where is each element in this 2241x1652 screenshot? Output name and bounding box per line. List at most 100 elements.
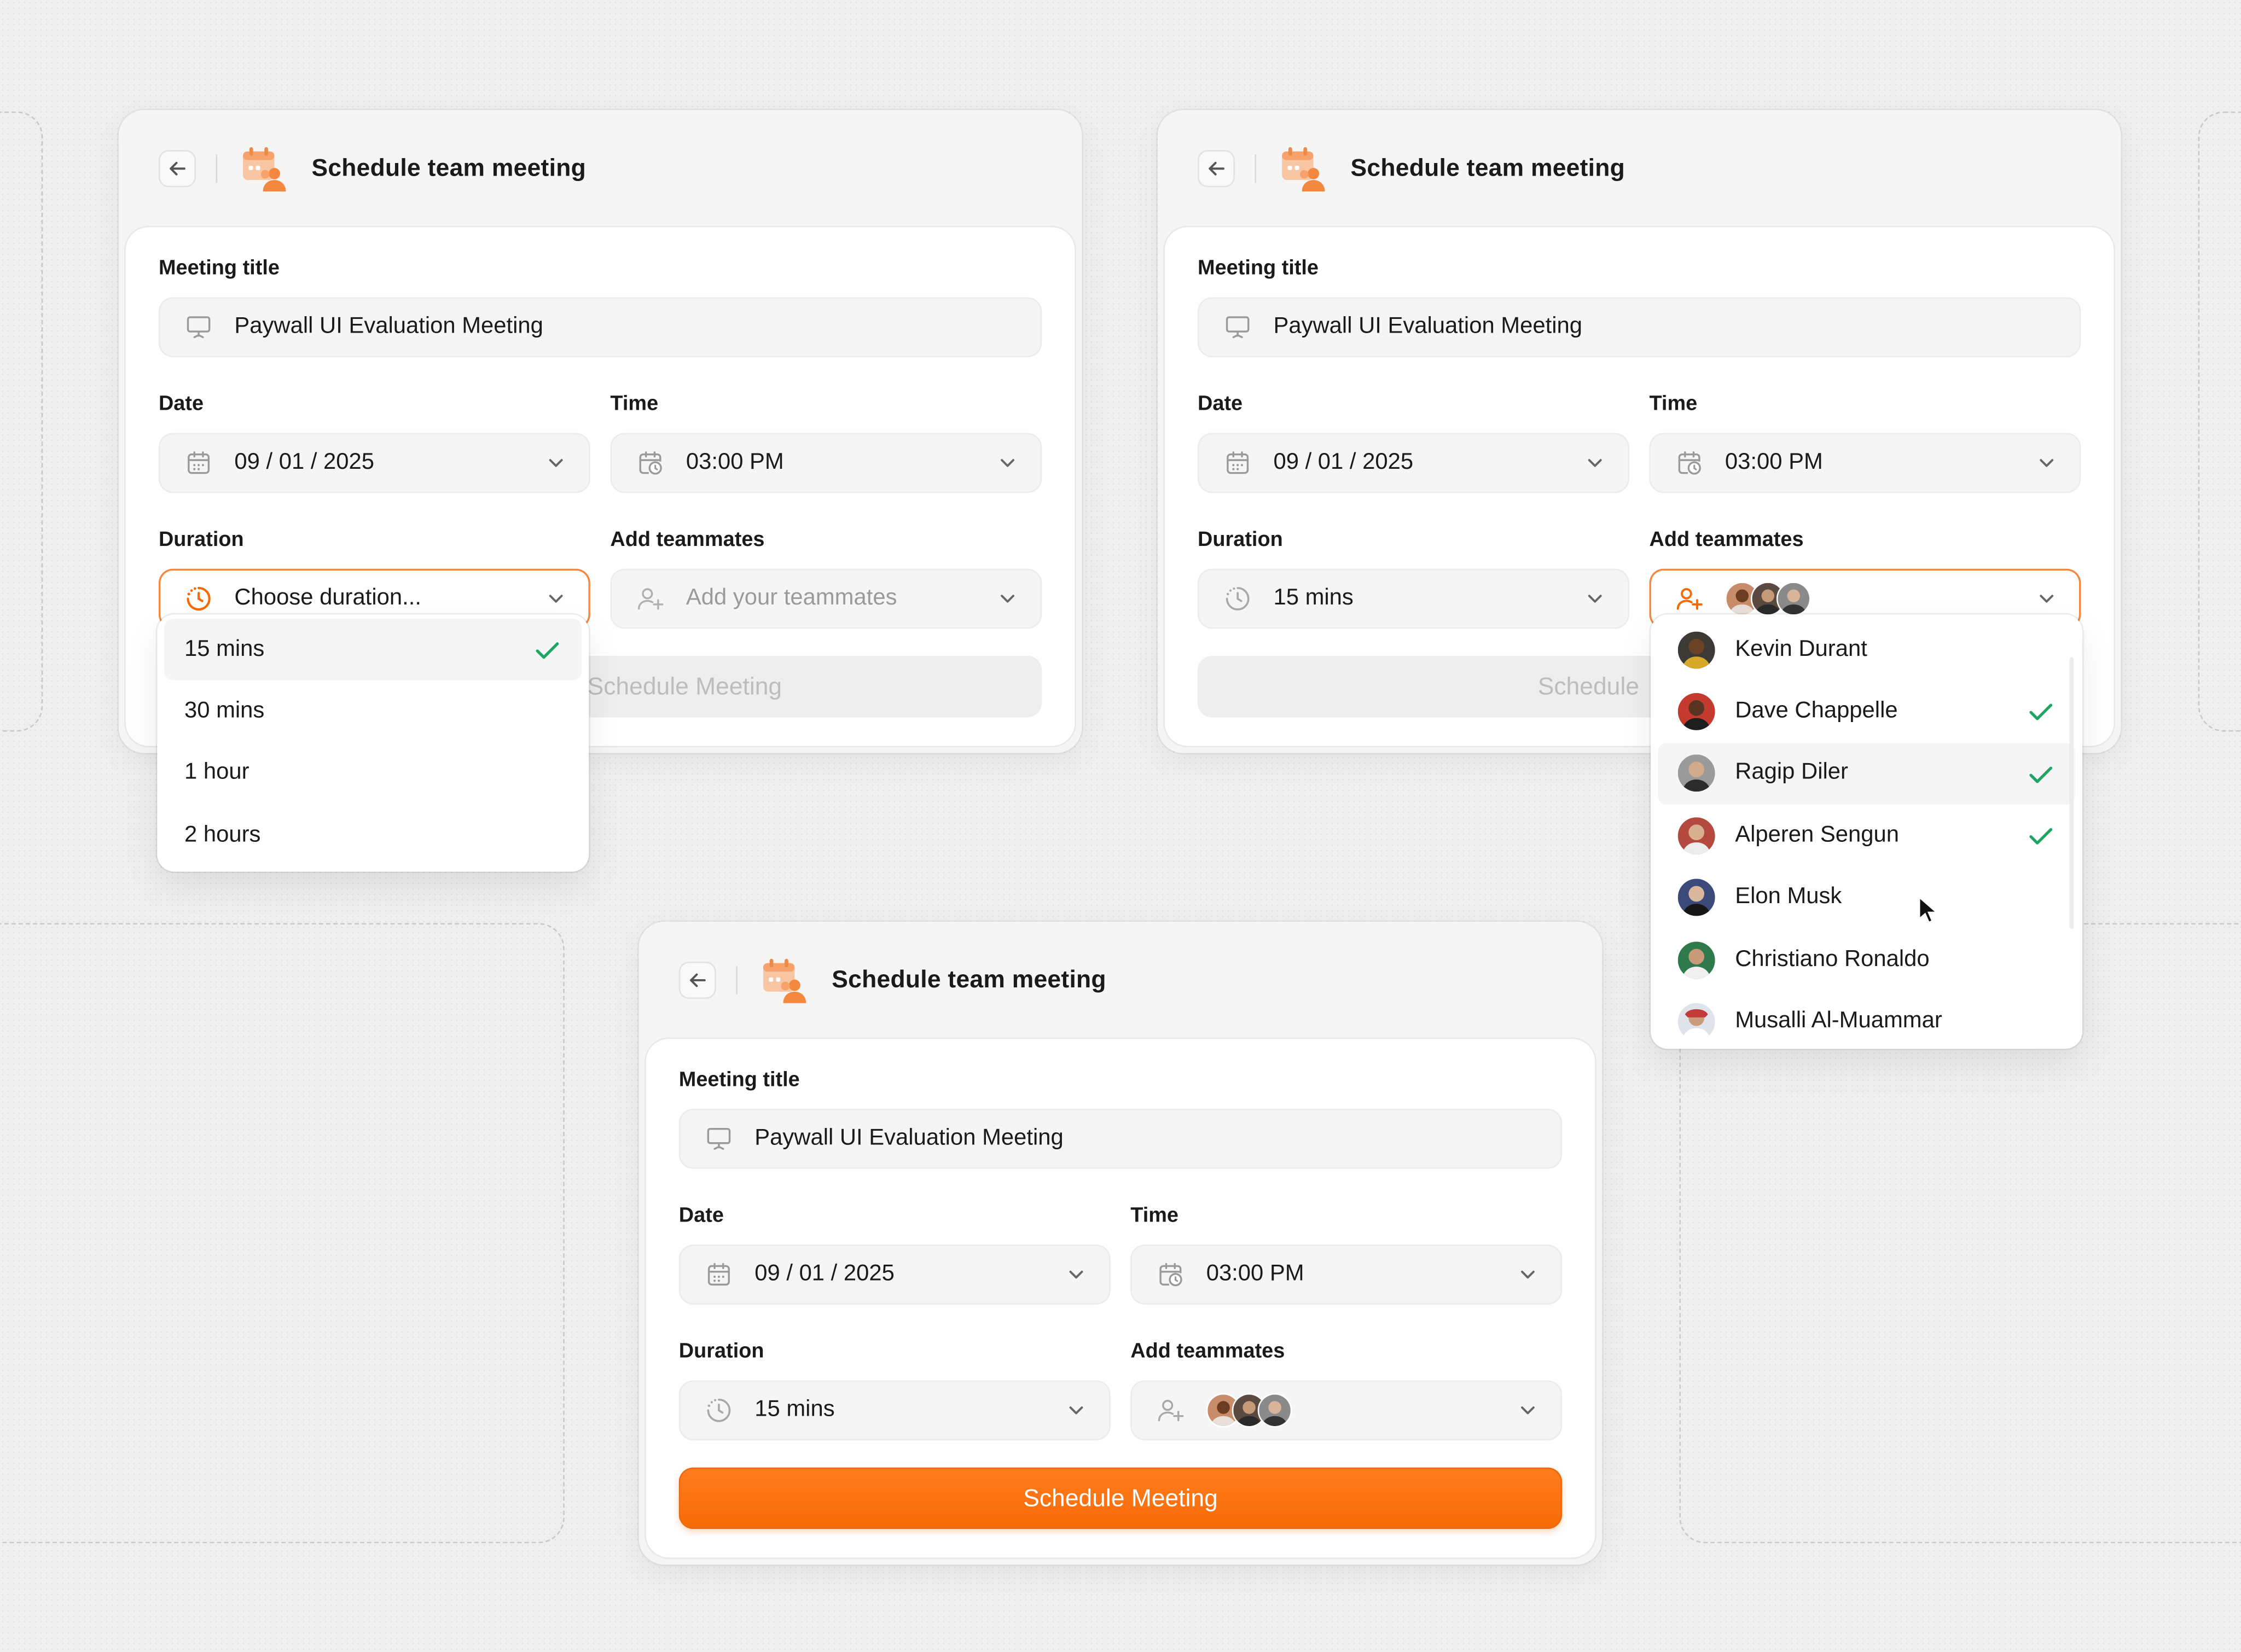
meeting-title-label: Meeting title	[1198, 257, 1319, 280]
schedule-meeting-button[interactable]: Schedule Meeting	[678, 1467, 1563, 1529]
duration-option[interactable]: 1 hour	[164, 743, 582, 805]
meeting-title-input[interactable]: Paywall UI Evaluation Meeting	[158, 297, 1042, 358]
card-title: Schedule team meeting	[311, 154, 587, 182]
teammates-label: Add teammates	[1130, 1340, 1285, 1364]
teammates-select[interactable]: Add your teammates	[610, 568, 1042, 629]
user-add-icon	[1158, 1400, 1184, 1422]
dropdown-scrollbar[interactable]	[2069, 657, 2074, 929]
teammate-option[interactable]: Kevin Durant	[1658, 619, 2075, 680]
duration-value: Choose duration...	[234, 586, 421, 610]
schedule-meeting-label: Schedule	[1537, 672, 1639, 700]
duration-label: Duration	[678, 1340, 764, 1364]
chevron-down-icon	[1001, 459, 1015, 467]
meeting-title-input[interactable]: Paywall UI Evaluation Meeting	[1198, 297, 2081, 358]
duration-option-label: 15 mins	[184, 637, 265, 661]
calendar-icon	[1227, 451, 1249, 474]
back-button[interactable]	[1198, 150, 1235, 188]
meeting-title-input[interactable]: Paywall UI Evaluation Meeting	[678, 1109, 1563, 1169]
avatar	[1677, 1003, 1715, 1040]
duration-select[interactable]: 15 mins	[678, 1380, 1111, 1441]
user-add-icon	[637, 588, 664, 610]
duration-option-label: 1 hour	[184, 760, 249, 786]
time-picker[interactable]: 03:00 PM	[1130, 1244, 1563, 1305]
duration-select[interactable]: 15 mins	[1198, 568, 1629, 629]
duration-label: Duration	[1198, 528, 1283, 552]
teammate-name: Dave Chappelle	[1735, 699, 1898, 723]
time-label: Time	[610, 393, 659, 416]
teammate-option[interactable]: Dave Chappelle	[1658, 680, 2075, 742]
teammate-name: Elon Musk	[1735, 885, 1842, 910]
chevron-down-icon	[1521, 1270, 1535, 1279]
teammates-label: Add teammates	[610, 528, 765, 552]
schedule-card-complete: Schedule team meeting Meeting title Payw…	[638, 921, 1603, 1565]
time-picker[interactable]: 03:00 PM	[610, 433, 1042, 493]
user-add-icon	[1676, 588, 1703, 610]
chevron-down-icon	[2040, 595, 2054, 603]
presentation-icon	[707, 1127, 731, 1150]
time-label: Time	[1130, 1205, 1179, 1228]
duration-option[interactable]: 30 mins	[164, 680, 582, 742]
time-picker[interactable]: 03:00 PM	[1649, 433, 2081, 493]
calendar-clock-icon	[1159, 1263, 1182, 1287]
meeting-title-value: Paywall UI Evaluation Meeting	[234, 314, 543, 339]
clock-icon	[707, 1398, 731, 1422]
chevron-down-icon	[549, 459, 563, 467]
calendar-people-icon	[243, 147, 286, 192]
ghost-frame-left-top	[0, 111, 43, 732]
date-label: Date	[678, 1205, 724, 1228]
time-value: 03:00 PM	[1206, 1261, 1304, 1286]
teammate-option[interactable]: Christiano Ronaldo	[1658, 929, 2075, 991]
back-button[interactable]	[158, 150, 196, 188]
card-header: Schedule team meeting	[639, 922, 1603, 1039]
teammate-name: Christiano Ronaldo	[1735, 946, 1930, 972]
teammates-select[interactable]	[1130, 1380, 1563, 1441]
teammate-option[interactable]: Alperen Sengun	[1658, 805, 2075, 866]
chevron-down-icon	[1588, 595, 1602, 603]
card-title: Schedule team meeting	[832, 965, 1106, 993]
check-icon	[536, 642, 559, 659]
header-divider	[736, 965, 738, 995]
back-button[interactable]	[678, 962, 716, 999]
meeting-title-label: Meeting title	[158, 257, 280, 280]
selected-teammates	[1206, 1393, 1517, 1428]
header-divider	[1255, 154, 1257, 183]
teammate-option[interactable]: Ragip Diler	[1658, 742, 2075, 923]
presentation-icon	[187, 316, 211, 339]
duration-option-label: 30 mins	[184, 699, 265, 723]
teammate-option[interactable]: Musalli Al-Muammar	[1658, 991, 2075, 1049]
avatar	[1677, 817, 1715, 854]
date-value: 09 / 01 / 2025	[754, 1261, 895, 1286]
date-picker[interactable]: 09 / 01 / 2025	[1198, 433, 1629, 493]
chevron-down-icon	[2040, 459, 2054, 467]
chevron-down-icon	[1001, 595, 1015, 603]
avatar	[1776, 581, 1811, 616]
check-icon	[2029, 704, 2053, 721]
ghost-frame-left-bottom	[0, 923, 565, 1544]
teammate-name: Ragip Diler	[1735, 760, 1848, 786]
date-label: Date	[158, 393, 204, 416]
calendar-people-icon	[763, 958, 806, 1003]
schedule-meeting-label: Schedule Meeting	[1023, 1484, 1218, 1511]
card-title: Schedule team meeting	[1350, 154, 1625, 182]
duration-option[interactable]: 2 hours	[164, 805, 582, 866]
date-picker[interactable]: 09 / 01 / 2025	[158, 433, 590, 493]
chevron-down-icon	[549, 595, 563, 603]
chevron-down-icon	[1069, 1406, 1083, 1415]
duration-value: 15 mins	[1273, 586, 1354, 610]
duration-option[interactable]: 15 mins	[164, 619, 582, 681]
duration-dropdown: 15 mins 30 mins 1 hour 2 hours	[157, 614, 589, 871]
calendar-icon	[188, 451, 210, 474]
teammate-name: Alperen Sengun	[1735, 823, 1900, 847]
check-icon	[2029, 766, 2053, 783]
meeting-title-value: Paywall UI Evaluation Meeting	[1273, 314, 1582, 339]
clock-icon	[1226, 587, 1250, 610]
chevron-down-icon	[1521, 1406, 1535, 1415]
teammate-name: Kevin Durant	[1735, 637, 1867, 661]
duration-label: Duration	[158, 528, 244, 552]
meeting-title-value: Paywall UI Evaluation Meeting	[754, 1126, 1064, 1150]
teammate-option[interactable]: Elon Musk	[1658, 866, 2075, 928]
teammates-label: Add teammates	[1649, 528, 1804, 552]
card-header: Schedule team meeting	[119, 110, 1082, 227]
date-picker[interactable]: 09 / 01 / 2025	[678, 1244, 1111, 1305]
date-label: Date	[1198, 393, 1243, 416]
